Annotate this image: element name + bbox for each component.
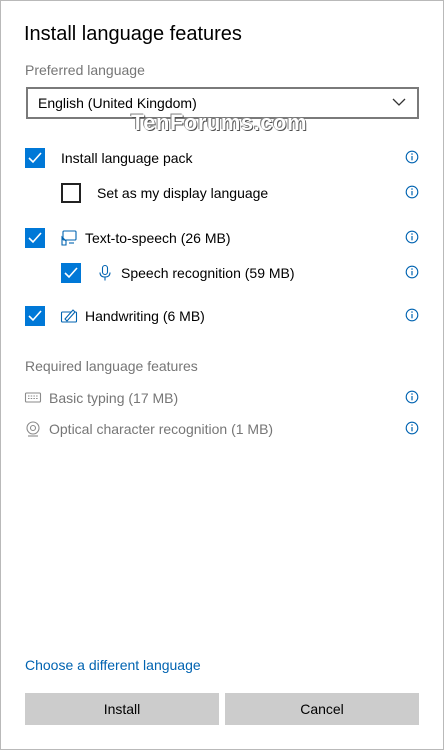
cancel-button[interactable]: Cancel — [225, 693, 419, 725]
install-language-features-dialog: Install language features Preferred lang… — [0, 0, 444, 750]
install-button[interactable]: Install — [25, 693, 219, 725]
required-features-heading: Required language features — [25, 358, 198, 374]
speech-label: Speech recognition (59 MB) — [121, 265, 295, 281]
info-icon[interactable] — [405, 390, 419, 404]
checkmark-icon — [28, 152, 42, 164]
info-icon[interactable] — [405, 265, 419, 279]
checkmark-icon — [28, 232, 42, 244]
info-icon[interactable] — [405, 185, 419, 199]
chevron-down-icon — [392, 98, 406, 106]
info-icon[interactable] — [405, 421, 419, 435]
info-icon[interactable] — [405, 150, 419, 164]
info-icon[interactable] — [405, 230, 419, 244]
option-handwriting: Handwriting (6 MB) — [1, 304, 444, 330]
handwriting-icon — [60, 309, 78, 323]
display-language-label: Set as my display language — [97, 185, 269, 201]
checkmark-icon — [28, 310, 42, 322]
checkmark-icon — [64, 267, 78, 279]
keyboard-icon — [24, 392, 42, 403]
option-speech-recognition: Speech recognition (59 MB) — [1, 261, 444, 287]
dialog-title: Install language features — [24, 23, 242, 45]
basic-typing-label: Basic typing (17 MB) — [49, 390, 179, 406]
choose-different-language-link[interactable]: Choose a different language — [25, 657, 201, 673]
display-language-checkbox[interactable] — [61, 183, 81, 203]
info-icon[interactable] — [405, 308, 419, 322]
option-display-language: Set as my display language — [1, 181, 444, 207]
option-text-to-speech: Text-to-speech (26 MB) — [1, 226, 444, 252]
language-pack-checkbox[interactable] — [25, 148, 45, 168]
language-pack-label: Install language pack — [61, 150, 193, 166]
camera-icon — [26, 421, 40, 437]
required-basic-typing: Basic typing (17 MB) — [1, 386, 444, 412]
handwriting-checkbox[interactable] — [25, 306, 45, 326]
required-ocr: Optical character recognition (1 MB) — [1, 417, 444, 443]
handwriting-label: Handwriting (6 MB) — [85, 308, 205, 324]
tts-label: Text-to-speech (26 MB) — [85, 230, 231, 246]
preferred-language-value: English (United Kingdom) — [38, 95, 197, 111]
speech-checkbox[interactable] — [61, 263, 81, 283]
watermark: TenForums.com — [131, 110, 308, 135]
tts-icon — [61, 230, 77, 246]
preferred-language-label: Preferred language — [25, 62, 145, 78]
tts-checkbox[interactable] — [25, 228, 45, 248]
option-language-pack: Install language pack — [1, 146, 444, 172]
microphone-icon — [99, 264, 111, 281]
ocr-label: Optical character recognition (1 MB) — [49, 421, 274, 437]
